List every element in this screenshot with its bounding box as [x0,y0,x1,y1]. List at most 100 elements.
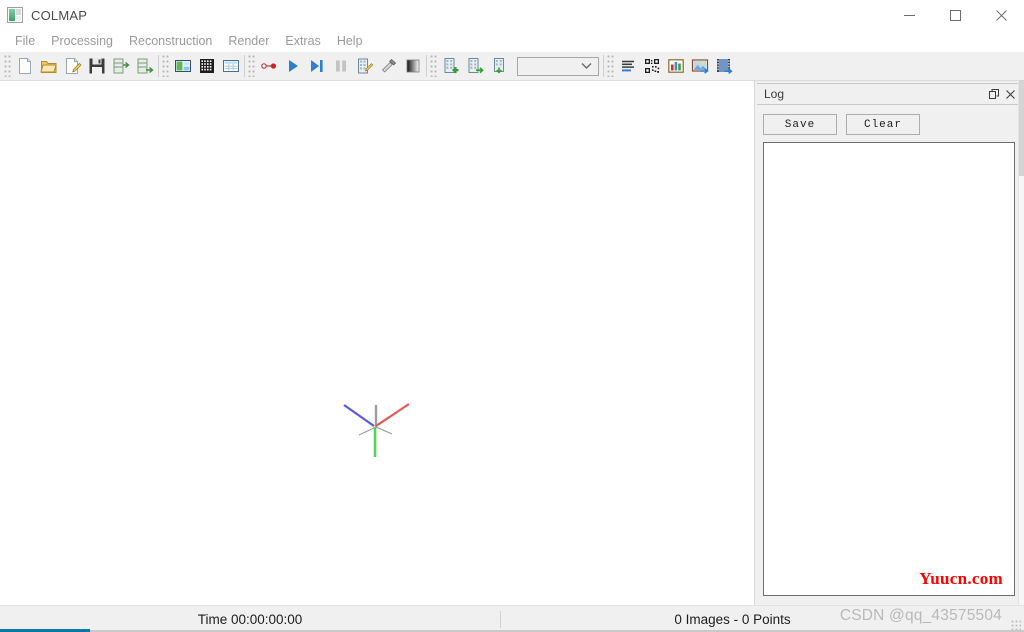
menu-processing[interactable]: Processing [43,32,121,50]
toolbar-drag-handle[interactable] [430,55,437,77]
floppy-save-icon [89,58,105,74]
feature-matching-button[interactable] [195,54,219,78]
show-log-button[interactable] [616,54,640,78]
node-link-icon [261,63,276,69]
toolbar-separator [244,55,245,77]
text-lines-icon [622,60,634,72]
maximize-button[interactable] [932,0,978,30]
building-add-icon [444,58,459,74]
match-matrix-button[interactable] [640,54,664,78]
colmap-main-window: COLMAP File Processing Reconstruction Re… [0,0,1024,632]
main-toolbar [0,52,1024,81]
step-forward-icon [311,60,323,72]
save-project-button[interactable] [85,54,109,78]
building-next-icon [468,58,484,74]
resize-grip[interactable] [1011,620,1021,630]
chevron-down-icon [581,63,592,69]
close-icon [1005,89,1015,99]
gradient-square-icon [406,59,420,73]
toolbar-drag-handle[interactable] [607,55,614,77]
edit-project-button[interactable] [61,54,85,78]
toolbar-separator [603,55,604,77]
axis-shadow-left [358,426,377,436]
axis-shadow-right [375,426,393,435]
toolbar-separator [426,55,427,77]
film-export-icon [717,59,733,74]
window-controls [886,0,1024,30]
image-export-icon [691,59,709,74]
axis-z-blue [343,404,375,427]
menu-file[interactable]: File [7,32,43,50]
model-stats-button[interactable] [487,54,511,78]
feature-extract-icon [175,60,191,72]
3d-model-viewport[interactable] [0,81,754,605]
pause-icon [336,60,346,72]
pause-reconstruction-button[interactable] [329,54,353,78]
model-statistics-button[interactable] [664,54,688,78]
minimize-button[interactable] [886,0,932,30]
log-text-area[interactable]: Yuucn.com [763,142,1015,596]
feature-extraction-button[interactable] [171,54,195,78]
toolbar-drag-handle[interactable] [4,55,11,77]
colmap-app-icon [7,7,23,23]
right-scrollbar-thumb[interactable] [1019,80,1024,176]
log-dock-title: Log [764,87,785,101]
menu-bar: File Processing Reconstruction Render Ex… [0,30,1024,52]
table-database-icon [223,60,239,72]
start-reconstruction-button[interactable] [281,54,305,78]
new-project-button[interactable] [13,54,37,78]
main-body: Log Save Clear Yuucn.com [0,81,1024,605]
menu-reconstruction[interactable]: Reconstruction [121,32,220,50]
bundle-adjustment-button[interactable] [353,54,377,78]
add-model-button[interactable] [439,54,463,78]
toolbar-drag-handle[interactable] [248,55,255,77]
play-icon [289,60,298,72]
export-movie-button[interactable] [712,54,736,78]
close-icon [995,9,1007,21]
edit-building-icon [358,58,374,74]
log-dock-float-button[interactable] [986,86,1002,102]
status-bar: Time 00:00:00:00 0 Images - 0 Points CSD… [0,605,1024,632]
log-save-button[interactable]: Save [763,114,837,135]
menu-render[interactable]: Render [220,32,277,50]
dense-reconstruction-button[interactable] [377,54,401,78]
qr-matrix-icon [645,59,660,73]
log-action-buttons: Save Clear [755,105,1024,142]
edit-document-icon [66,58,82,74]
automatic-reconstruction-button[interactable] [257,54,281,78]
bar-chart-icon [668,59,684,73]
export-model-button[interactable] [133,54,157,78]
import-database-icon [113,58,130,74]
menu-help[interactable]: Help [329,32,371,50]
building-stats-icon [494,58,504,74]
step-reconstruction-button[interactable] [305,54,329,78]
render-options-button[interactable] [401,54,425,78]
open-project-button[interactable] [37,54,61,78]
toolbar-drag-handle[interactable] [162,55,169,77]
coordinate-axes-gizmo [343,403,410,457]
log-dock-close-button[interactable] [1002,86,1018,102]
database-management-button[interactable] [219,54,243,78]
close-button[interactable] [978,0,1024,30]
log-clear-button[interactable]: Clear [846,114,920,135]
title-bar: COLMAP [0,0,1024,30]
export-database-icon [137,58,154,74]
menu-extras[interactable]: Extras [277,32,328,50]
float-window-icon [989,89,999,99]
axis-x-red [375,403,410,427]
import-model-button[interactable] [109,54,133,78]
minimize-icon [903,14,915,16]
open-folder-icon [40,61,57,73]
maximize-icon [949,9,961,21]
csdn-watermark: CSDN @qq_43575504 [839,607,1002,624]
window-title: COLMAP [31,7,88,23]
hammer-icon [381,58,397,73]
yuucn-watermark: Yuucn.com [919,569,1003,588]
right-scrollbar[interactable] [1018,80,1024,606]
toolbar-separator [158,55,159,77]
model-selector-combo[interactable] [517,56,599,76]
export-image-button[interactable] [688,54,712,78]
next-model-button[interactable] [463,54,487,78]
log-dock-panel: Log Save Clear Yuucn.com [754,81,1024,605]
log-dock-titlebar: Log [757,83,1022,105]
